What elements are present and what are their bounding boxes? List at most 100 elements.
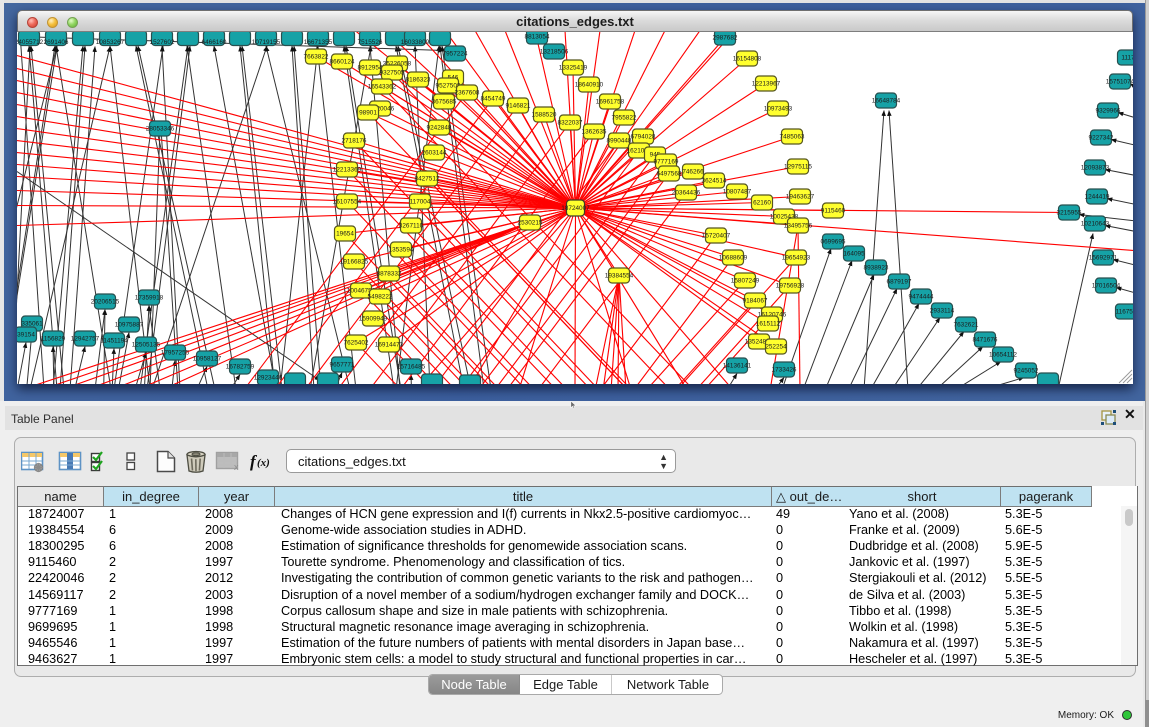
- svg-text:3675685: 3675685: [432, 99, 457, 106]
- svg-text:18640910: 18640910: [575, 82, 604, 89]
- svg-text:15692971: 15692971: [1089, 255, 1118, 262]
- svg-text:15909949: 15909949: [359, 316, 388, 323]
- svg-text:7663822: 7663822: [304, 54, 329, 61]
- svg-text:8990448: 8990448: [607, 138, 632, 145]
- svg-text:12093873: 12093873: [1081, 165, 1110, 172]
- svg-text:19654: 19654: [336, 231, 354, 238]
- svg-text:746266: 746266: [682, 169, 704, 176]
- svg-text:13218506: 13218506: [540, 49, 569, 56]
- svg-text:8322037: 8322037: [558, 120, 583, 127]
- svg-text:7957224: 7957224: [443, 51, 468, 58]
- svg-text:7632621: 7632621: [954, 322, 979, 329]
- svg-text:6497568: 6497568: [657, 171, 682, 178]
- svg-text:164095: 164095: [843, 251, 865, 258]
- svg-text:12975115: 12975115: [784, 164, 812, 171]
- svg-text:2603144: 2603144: [422, 150, 447, 157]
- svg-text:8813054: 8813054: [525, 34, 550, 41]
- svg-text:117004: 117004: [410, 199, 431, 206]
- svg-text:16648784: 16648784: [872, 98, 901, 105]
- svg-text:15720407: 15720407: [702, 233, 731, 240]
- svg-text:10807487: 10807487: [723, 189, 752, 196]
- svg-text:15751074: 15751074: [1106, 79, 1133, 86]
- svg-text:6879197: 6879197: [887, 279, 912, 286]
- svg-text:10853267: 10853267: [96, 39, 125, 46]
- svg-text:12505135: 12505135: [132, 342, 161, 349]
- svg-text:20364436: 20364436: [672, 190, 701, 197]
- svg-text:1588520: 1588520: [532, 112, 557, 119]
- svg-text:16782759: 16782759: [226, 364, 255, 371]
- svg-text:7625402: 7625402: [344, 340, 369, 347]
- svg-text:18724007: 18724007: [561, 205, 590, 212]
- svg-text:2691406: 2691406: [44, 39, 69, 46]
- svg-text:12923446: 12923446: [254, 375, 283, 382]
- svg-text:9146821: 9146821: [506, 103, 531, 110]
- svg-text:20206515: 20206515: [91, 299, 120, 306]
- svg-text:10688609: 10688609: [719, 255, 748, 262]
- svg-text:12942757: 12942757: [71, 336, 100, 343]
- svg-text:6466160: 6466160: [202, 39, 227, 46]
- svg-text:2987682: 2987682: [713, 35, 738, 42]
- svg-text:8938923: 8938923: [864, 265, 889, 272]
- svg-text:9245052: 9245052: [1014, 368, 1039, 375]
- svg-text:9474444: 9474444: [909, 294, 934, 301]
- svg-text:7485063: 7485063: [780, 134, 805, 141]
- svg-text:10975887: 10975887: [115, 322, 144, 329]
- svg-text:98901: 98901: [359, 110, 377, 117]
- svg-text:1362635: 1362635: [582, 129, 607, 136]
- svg-text:16914473: 16914473: [375, 342, 404, 349]
- svg-text:0699695: 0699695: [821, 239, 846, 246]
- svg-text:19166825: 19166825: [340, 259, 369, 266]
- svg-text:3624514: 3624514: [702, 178, 727, 185]
- svg-text:7955822: 7955822: [612, 115, 637, 122]
- svg-text:17359918: 17359918: [135, 295, 164, 302]
- svg-text:10958127: 10958127: [193, 356, 222, 363]
- svg-text:2367608: 2367608: [455, 90, 480, 97]
- svg-text:1527602: 1527602: [150, 39, 175, 46]
- svg-text:10210643: 10210643: [1081, 221, 1110, 228]
- svg-text:17957255: 17957255: [161, 350, 190, 357]
- svg-text:11451194: 11451194: [100, 338, 128, 345]
- svg-text:2530215: 2530215: [518, 220, 543, 227]
- svg-text:9227342: 9227342: [1089, 135, 1114, 142]
- svg-text:39154: 39154: [17, 332, 35, 339]
- svg-text:9327505: 9327505: [380, 70, 405, 77]
- svg-text:13495756: 13495756: [784, 223, 813, 230]
- svg-text:x: x: [234, 462, 239, 472]
- svg-text:116753: 116753: [1116, 309, 1133, 316]
- svg-text:9242848: 9242848: [427, 125, 452, 132]
- svg-text:252254: 252254: [765, 344, 787, 351]
- svg-text:1244419: 1244419: [1085, 194, 1110, 201]
- svg-text:19756928: 19756928: [776, 283, 805, 290]
- svg-text:16107554: 16107554: [333, 199, 362, 206]
- svg-text:16543362: 16543362: [368, 84, 397, 91]
- svg-text:8471676: 8471676: [973, 337, 998, 344]
- svg-text:16033809: 16033809: [401, 39, 430, 46]
- svg-text:10654112: 10654112: [989, 352, 1017, 359]
- svg-text:15716485: 15716485: [397, 364, 426, 371]
- svg-text:(x): (x): [257, 457, 270, 469]
- svg-text:16671355: 16671355: [304, 39, 333, 46]
- svg-text:19654923: 19654923: [782, 255, 811, 262]
- svg-text:13325419: 13325419: [559, 65, 588, 72]
- svg-text:19463627: 19463627: [786, 194, 815, 201]
- svg-text:1117: 1117: [1121, 55, 1133, 62]
- svg-text:16961758: 16961758: [596, 99, 625, 106]
- svg-text:9184067: 9184067: [743, 298, 768, 305]
- svg-text:12213967: 12213967: [752, 81, 781, 88]
- svg-text:9115460: 9115460: [821, 208, 846, 215]
- svg-text:12213369: 12213369: [333, 167, 362, 174]
- svg-text:9329966: 9329966: [1096, 108, 1121, 115]
- svg-text:10973493: 10973493: [764, 106, 793, 113]
- svg-text:3215955: 3215955: [1057, 210, 1082, 217]
- svg-text:10719155: 10719155: [252, 39, 281, 46]
- svg-text:9777169: 9777169: [654, 159, 679, 166]
- svg-text:8878332: 8878332: [377, 271, 402, 278]
- svg-text:17016504: 17016504: [1092, 283, 1121, 290]
- svg-text:8454749: 8454749: [481, 96, 506, 103]
- svg-text:5498222: 5498222: [368, 294, 393, 301]
- svg-text:1733426: 1733426: [772, 367, 797, 374]
- svg-text:19384554: 19384554: [605, 273, 634, 280]
- svg-text:1615112: 1615112: [756, 321, 781, 328]
- svg-text:3267110: 3267110: [399, 223, 424, 230]
- svg-text:6794028: 6794028: [631, 134, 656, 141]
